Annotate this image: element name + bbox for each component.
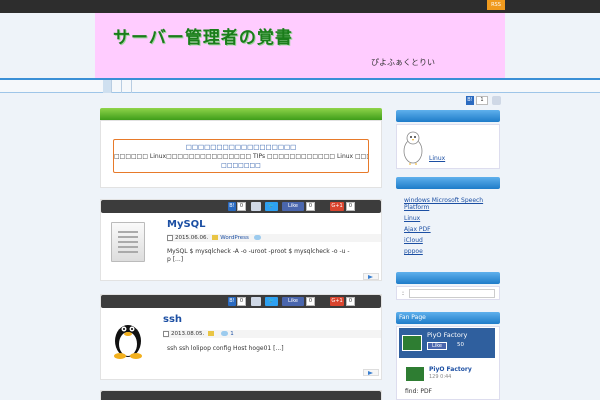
search-input[interactable] (409, 289, 495, 298)
fanpage-widget: PiyO Factory Like 50 PiyO Factory 129 0:… (396, 326, 500, 400)
fanpage-post-author[interactable]: PiyO Factory (429, 366, 472, 373)
profile-widget: Linux (396, 124, 500, 169)
post-date: 2013.08.05. (171, 331, 205, 337)
post-title[interactable]: MySQL (167, 219, 206, 230)
piyo-factory-avatar[interactable] (405, 366, 425, 382)
profile-link[interactable]: Linux (429, 155, 445, 163)
share-bar: B! 0 🐦 Like 0 G+1 0 (101, 200, 381, 213)
post-meta: 2015.06.06. WordPress (167, 234, 381, 242)
hatena-count: 0 (237, 202, 246, 211)
post-card: B! 0 🐦 Like 0 G+1 0 MySQL 2015.06.06. Wor… (100, 199, 382, 281)
excerpt-line: p [...] (167, 256, 184, 263)
calendar-icon (163, 330, 169, 337)
post-meta: 2013.08.05. 1 (163, 330, 381, 338)
folder-icon (208, 331, 215, 336)
site-header: サーバー管理者の覚書 ぴよふぁくとりい (95, 13, 505, 78)
post-excerpt: ssh ssh lolipop config Host hoge01 [...] (167, 345, 377, 353)
share-chain-icon[interactable] (251, 202, 261, 211)
search-label: : (402, 290, 405, 297)
notice-text-more: □□□□□□□ (221, 162, 261, 169)
notice-text: □□□□□□ Linux□□□□□□□□□□□□□□□ TIPs □□□□□□□… (114, 153, 368, 160)
gplus-count: 0 (346, 202, 355, 211)
top-bar: RSS (0, 0, 600, 13)
notice-panel: □□□□□□□□□□□□□□□□□□ □□□□□□ Linux□□□□□□□□□… (100, 120, 382, 188)
tweet-button[interactable]: 🐦 (265, 297, 278, 306)
post-card: B! 0 🐦 Like 0 G+1 0 ssh 2013.08.05. 1 ssh… (100, 294, 382, 380)
share-chain-icon[interactable] (492, 96, 501, 105)
comment-icon[interactable] (221, 331, 229, 336)
gplus-button[interactable]: G+1 (330, 202, 344, 211)
hatena-bookmark-button[interactable]: B! (228, 202, 236, 211)
category-item[interactable]: Linux (404, 215, 420, 223)
fanpage-name[interactable]: PiyO Factory (427, 331, 467, 339)
gplus-count: 0 (346, 297, 355, 306)
excerpt-line: MySQL $ mysqlcheck -A -o -uroot -proot $… (167, 248, 350, 255)
categories-widget-header (396, 177, 500, 189)
category-item[interactable]: iCloud (404, 237, 423, 245)
post-card (100, 390, 382, 400)
search-widget: : (396, 286, 500, 300)
comment-icon[interactable] (253, 235, 261, 240)
fanpage-like-count: 50 (457, 342, 464, 348)
fanpage-post-text: find: PDF (405, 388, 433, 395)
search-widget-header (396, 272, 500, 284)
post-thumbnail-document[interactable] (111, 222, 145, 262)
nav-tab-2[interactable] (113, 80, 122, 93)
fanpage-post-meta: 129 0:44 (429, 374, 452, 380)
post-category[interactable]: WordPress (220, 235, 249, 241)
calendar-icon (167, 234, 173, 241)
fanpage-cover[interactable]: PiyO Factory Like 50 (399, 328, 495, 358)
share-bar (101, 391, 381, 400)
folder-icon (212, 235, 219, 240)
piyo-factory-logo (402, 335, 422, 351)
share-bar: B! 0 🐦 Like 0 G+1 0 (101, 295, 381, 308)
facebook-like-button[interactable]: Like (282, 297, 304, 306)
read-more-arrow-icon[interactable] (363, 369, 379, 376)
comment-count[interactable]: 1 (230, 331, 234, 337)
sidebar-hatena-count: 1 (476, 96, 488, 105)
facebook-like-button[interactable]: Like (282, 202, 304, 211)
hatena-bookmark-button[interactable]: B! (228, 297, 236, 306)
tweet-button[interactable]: 🐦 (265, 202, 278, 211)
notice-header-bar (100, 108, 382, 120)
rss-button[interactable]: RSS (487, 0, 505, 10)
category-item[interactable]: pppoe (404, 248, 423, 256)
notice-title[interactable]: □□□□□□□□□□□□□□□□□□ (114, 143, 368, 152)
tux-penguin-icon[interactable] (109, 317, 147, 359)
post-date: 2015.06.06. (175, 235, 209, 241)
gplus-button[interactable]: G+1 (330, 297, 344, 306)
excerpt-line: ssh ssh lolipop config Host hoge01 [...] (167, 345, 284, 352)
main-column: □□□□□□□□□□□□□□□□□□ □□□□□□ Linux□□□□□□□□□… (100, 108, 382, 188)
category-item[interactable]: Ajax PDF (404, 226, 431, 234)
category-item[interactable]: windows Microsoft Speech Platform (404, 197, 498, 211)
site-subtitle: ぴよふぁくとりい (371, 58, 435, 67)
sidebar-hatena-button[interactable]: B! (466, 96, 474, 105)
fanpage-like-button[interactable]: Like (427, 342, 447, 350)
read-more-arrow-icon[interactable] (363, 273, 379, 280)
share-chain-icon[interactable] (251, 297, 261, 306)
notice-box: □□□□□□□□□□□□□□□□□□ □□□□□□ Linux□□□□□□□□□… (113, 139, 369, 173)
fanpage-widget-header: Fan Page (396, 312, 500, 324)
global-nav (0, 78, 600, 93)
post-excerpt: MySQL $ mysqlcheck -A -o -uroot -proot $… (167, 248, 377, 264)
site-title[interactable]: サーバー管理者の覚書 (113, 23, 293, 48)
facebook-like-count: 0 (306, 202, 315, 211)
facebook-like-count: 0 (306, 297, 315, 306)
piyo-chick-icon[interactable] (401, 129, 425, 165)
post-title[interactable]: ssh (163, 314, 182, 325)
profile-widget-header (396, 110, 500, 122)
nav-tab-3[interactable] (123, 80, 132, 93)
hatena-count: 0 (237, 297, 246, 306)
nav-tab-1[interactable] (103, 80, 112, 93)
